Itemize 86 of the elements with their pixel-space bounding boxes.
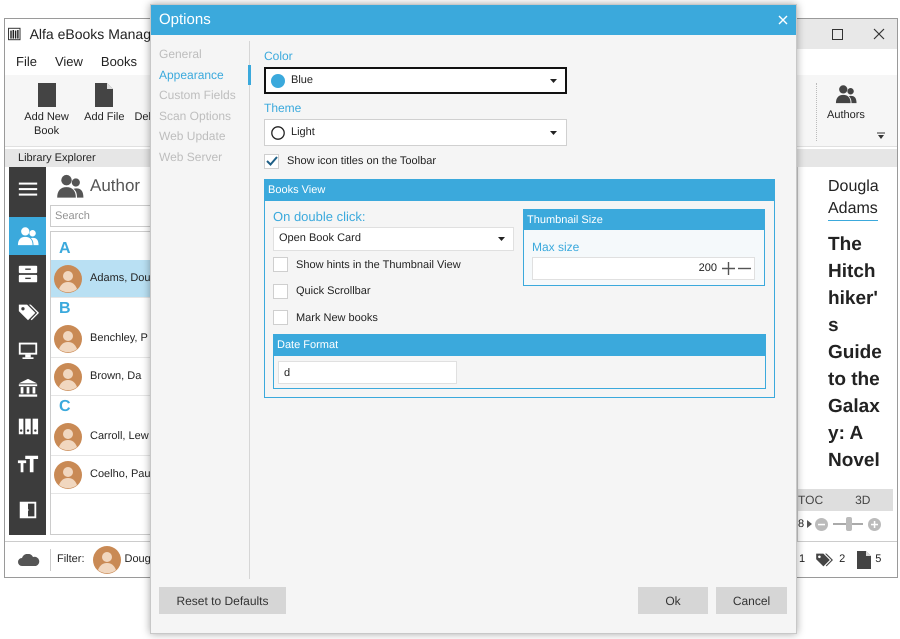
author-name: Adams (828, 198, 878, 221)
book-title: Novel (828, 449, 881, 473)
filter-label: Filter: (57, 552, 84, 568)
cancel-button[interactable]: Cancel (716, 587, 787, 614)
avatar (54, 422, 82, 450)
input-field[interactable]: d (278, 361, 457, 384)
number-field[interactable]: 200 (532, 256, 755, 280)
menu-item[interactable]: File (11, 52, 42, 72)
window-title: Alfa eBooks Manag (30, 24, 151, 44)
checkbox[interactable] (273, 257, 288, 272)
building-icon (16, 377, 38, 399)
checkbox[interactable] (273, 310, 288, 326)
book-title: hiker' (828, 287, 879, 311)
book-title: Hitch (828, 260, 876, 284)
people-icon (834, 83, 857, 105)
checkbox-label: Mark New books (296, 310, 378, 326)
avatar (92, 546, 120, 574)
menu-item[interactable]: Books (96, 52, 142, 72)
dropdown-arrow-icon (550, 78, 557, 82)
toolbar-button[interactable]: Add New Book (19, 83, 74, 138)
book-title: y: A (828, 422, 864, 446)
dropdown-arrow-icon[interactable] (877, 132, 885, 140)
reset-button[interactable]: Reset to Defaults (159, 587, 286, 614)
avatar (54, 362, 82, 390)
color-swatch-icon (271, 74, 285, 88)
maximize-icon[interactable] (832, 28, 843, 40)
search-field[interactable]: Search (50, 205, 151, 227)
book-title: s (828, 314, 840, 338)
field-label: Max size (532, 238, 580, 254)
book-title: Guide (828, 341, 883, 365)
play-icon (807, 520, 812, 528)
group-title: Books View (265, 180, 774, 200)
cabinet-icon (16, 263, 38, 285)
dialog-title: Options (159, 10, 211, 30)
status-count: 5 (875, 552, 882, 568)
letter-heading: A (58, 239, 72, 259)
dropdown[interactable]: Open Book Card (273, 226, 514, 250)
file-icon (857, 550, 872, 568)
people-icon (16, 225, 38, 247)
letter-heading: B (58, 299, 72, 319)
checkbox-label: Show icon titles on the Toolbar (287, 154, 436, 169)
checkbox-label: Quick Scrollbar (296, 284, 371, 299)
tab[interactable]: TOC (798, 491, 824, 509)
zoom-value: 8 (798, 516, 804, 532)
author-row[interactable]: Adams, Dou (51, 260, 151, 298)
avatar (54, 460, 82, 488)
group-title: Thumbnail Size (524, 210, 764, 230)
cloud-icon[interactable] (18, 554, 40, 566)
filter-value: Doug (124, 552, 151, 568)
author-name: Dougla (828, 177, 879, 197)
panel-title: Library Explorer (17, 151, 96, 166)
dropdown-arrow-icon (550, 130, 557, 134)
status-count: 2 (839, 552, 846, 568)
avatar (54, 264, 82, 292)
menu-item[interactable]: View (50, 52, 88, 72)
tags-icon (815, 552, 836, 568)
field-label: Color (264, 48, 294, 64)
toolbar-button[interactable]: Del (134, 83, 151, 124)
checkbox[interactable] (273, 284, 288, 299)
avatar (54, 324, 82, 352)
book-title: Galax (828, 395, 881, 419)
file-icon (95, 83, 114, 107)
plus-icon (722, 262, 735, 274)
close-icon[interactable] (873, 28, 885, 40)
font-size-icon (16, 453, 38, 475)
status-count: 1 (799, 552, 806, 568)
letter-heading: C (58, 397, 72, 417)
book-title: The (828, 233, 863, 257)
dropdown[interactable]: Light (264, 119, 567, 146)
toolbar-button[interactable]: Authors (827, 83, 865, 146)
field-label: On double click: (273, 208, 366, 224)
book-icon (36, 83, 57, 107)
checkbox[interactable] (264, 154, 279, 169)
check-icon (266, 156, 278, 166)
people-icon (56, 172, 84, 200)
book-title: to the (828, 368, 881, 392)
dropdown-arrow-icon (498, 236, 505, 240)
group-title: Date Format (274, 335, 765, 356)
checkbox-label: Show hints in the Thumbnail View (296, 258, 461, 272)
tab[interactable]: 3D (855, 491, 870, 509)
panel-heading: Author (90, 175, 140, 198)
toolbar-button[interactable]: Add File (84, 83, 124, 124)
ok-button[interactable]: Ok (638, 587, 708, 614)
circle-icon (271, 126, 285, 140)
dropdown[interactable]: Blue (264, 67, 567, 94)
field-label: Theme (264, 100, 302, 116)
